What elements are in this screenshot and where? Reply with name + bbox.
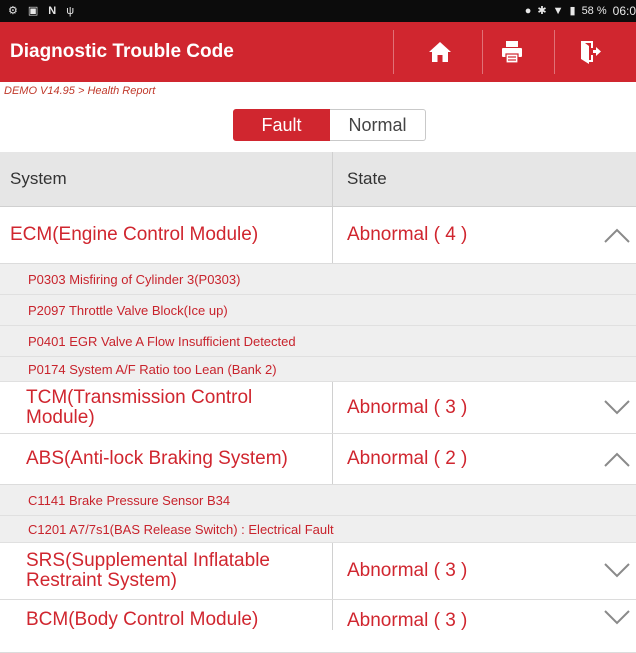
system-name: BCM(Body Control Module) (26, 609, 259, 630)
fault-item: P0303 Misfiring of Cylinder 3(P0303) (0, 264, 636, 295)
toolbar-divider (482, 30, 483, 74)
chevron-up-icon[interactable] (604, 451, 630, 467)
chevron-down-icon[interactable] (604, 399, 630, 416)
bluetooth-icon: ✱ (537, 5, 547, 17)
home-button[interactable] (420, 34, 460, 70)
chevron-down-icon[interactable] (604, 610, 630, 626)
print-button[interactable] (492, 34, 532, 70)
status-bar: ⚙ ▣ N ψ ● ✱ ▼ ▮ 58 % 06:0 (0, 0, 636, 22)
system-column-header: System (0, 152, 333, 206)
image-icon: ▣ (27, 5, 39, 17)
chevron-down-icon[interactable] (604, 563, 630, 579)
system-row-tcm[interactable]: TCM(Transmission Control Module) Abnorma… (0, 382, 636, 434)
system-state: Abnormal ( 3 ) (347, 396, 468, 418)
exit-button[interactable] (570, 34, 610, 70)
system-name: ABS(Anti-lock Braking System) (26, 448, 288, 469)
wifi-icon: ▼ (552, 5, 564, 17)
system-name: ECM(Engine Control Module) (10, 224, 259, 245)
page-title: Diagnostic Trouble Code (10, 41, 234, 62)
table-header: System State (0, 152, 636, 207)
system-row-ecm[interactable]: ECM(Engine Control Module) Abnormal ( 4 … (0, 207, 636, 264)
status-bar-left: ⚙ ▣ N ψ (8, 4, 74, 18)
home-icon (429, 42, 451, 62)
location-icon: ● (524, 5, 532, 17)
fault-item: C1201 A7/7s1(BAS Release Switch) : Elect… (0, 516, 636, 543)
system-name: TCM(Transmission Control Module) (26, 386, 253, 428)
battery-icon: ▮ (569, 5, 576, 17)
state-column-header: State (347, 169, 387, 188)
fault-item: P2097 Throttle Valve Block(Ice up) (0, 295, 636, 326)
fault-item: C1141 Brake Pressure Sensor B34 (0, 485, 636, 516)
app-bar: Diagnostic Trouble Code (0, 22, 636, 82)
toolbar-divider (554, 30, 555, 74)
system-row-abs[interactable]: ABS(Anti-lock Braking System) Abnormal (… (0, 434, 636, 485)
n-icon: N (48, 5, 57, 17)
system-state: Abnormal ( 3 ) (347, 610, 468, 631)
dtc-table: System State ECM(Engine Control Module) … (0, 152, 636, 653)
normal-tab[interactable]: Normal (330, 109, 426, 141)
usb-debug-icon: ⚙ (8, 5, 18, 17)
fault-tab[interactable]: Fault (233, 109, 330, 141)
clock: 06:0 (612, 4, 636, 18)
fault-item: P0401 EGR Valve A Flow Insufficient Dete… (0, 326, 636, 357)
fault-item: P0174 System A/F Ratio too Lean (Bank 2) (0, 357, 636, 382)
system-row-srs[interactable]: SRS(Supplemental Inflatable Restraint Sy… (0, 543, 636, 600)
toolbar-divider (393, 30, 394, 74)
system-name: SRS(Supplemental Inflatable Restraint Sy… (26, 550, 270, 591)
system-state: Abnormal ( 2 ) (347, 448, 468, 469)
system-state: Abnormal ( 3 ) (347, 560, 468, 581)
usb-icon: ψ (66, 5, 75, 17)
status-bar-right: ● ✱ ▼ ▮ 58 % 06:0 (525, 4, 636, 18)
fault-normal-toggle: Fault Normal (233, 109, 426, 141)
battery-percent: 58 % (581, 5, 607, 17)
printer-icon (502, 41, 522, 64)
system-state: Abnormal ( 4 ) (347, 224, 468, 245)
exit-icon (581, 41, 601, 64)
chevron-up-icon[interactable] (604, 227, 630, 243)
breadcrumb[interactable]: DEMO V14.95 > Health Report (0, 82, 636, 100)
